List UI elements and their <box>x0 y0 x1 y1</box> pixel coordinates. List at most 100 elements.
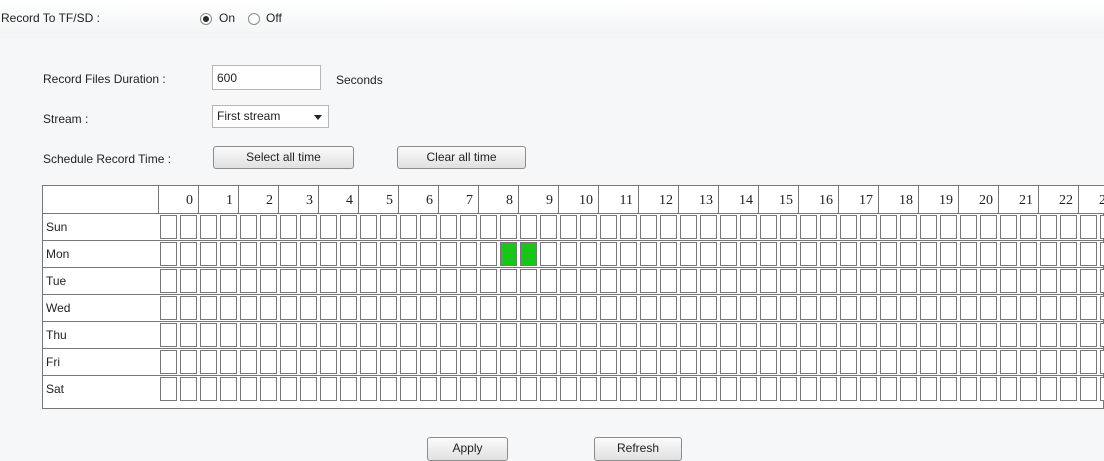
hour-header-16[interactable]: 16 <box>798 186 838 213</box>
schedule-cell-thu-12-1[interactable] <box>660 323 677 347</box>
schedule-cell-sun-8-0[interactable] <box>480 215 497 239</box>
schedule-cell-tue-17-1[interactable] <box>860 269 877 293</box>
schedule-cell-wed-3-1[interactable] <box>300 296 317 320</box>
schedule-cell-wed-8-1[interactable] <box>500 296 517 320</box>
schedule-cell-sat-16-0[interactable] <box>800 377 817 401</box>
schedule-cell-mon-8-0[interactable] <box>480 242 497 266</box>
schedule-cell-thu-16-1[interactable] <box>820 323 837 347</box>
apply-button[interactable]: Apply <box>427 437 508 461</box>
schedule-cell-mon-11-1[interactable] <box>620 242 637 266</box>
schedule-cell-tue-2-0[interactable] <box>240 269 257 293</box>
schedule-cell-sun-22-0[interactable] <box>1040 215 1057 239</box>
schedule-cell-thu-21-1[interactable] <box>1020 323 1037 347</box>
schedule-cell-wed-4-1[interactable] <box>340 296 357 320</box>
hour-header-21[interactable]: 21 <box>998 186 1038 213</box>
schedule-cell-sun-13-0[interactable] <box>680 215 697 239</box>
schedule-cell-sun-1-0[interactable] <box>200 215 217 239</box>
duration-input[interactable] <box>212 65 321 90</box>
schedule-cell-mon-13-0[interactable] <box>680 242 697 266</box>
hour-header-2[interactable]: 2 <box>238 186 278 213</box>
schedule-cell-tue-1-1[interactable] <box>220 269 237 293</box>
schedule-cell-wed-18-1[interactable] <box>900 296 917 320</box>
schedule-cell-wed-4-0[interactable] <box>320 296 337 320</box>
schedule-cell-sun-2-0[interactable] <box>240 215 257 239</box>
schedule-cell-fri-0-1[interactable] <box>180 350 197 374</box>
schedule-cell-tue-13-0[interactable] <box>680 269 697 293</box>
schedule-cell-thu-20-0[interactable] <box>960 323 977 347</box>
schedule-cell-wed-3-0[interactable] <box>280 296 297 320</box>
schedule-cell-sat-10-1[interactable] <box>580 377 597 401</box>
schedule-cell-sat-23-0[interactable] <box>1080 377 1097 401</box>
schedule-cell-sat-7-0[interactable] <box>440 377 457 401</box>
schedule-cell-sat-21-0[interactable] <box>1000 377 1017 401</box>
schedule-cell-sat-22-0[interactable] <box>1040 377 1057 401</box>
schedule-cell-tue-17-0[interactable] <box>840 269 857 293</box>
schedule-cell-thu-17-1[interactable] <box>860 323 877 347</box>
schedule-cell-fri-16-0[interactable] <box>800 350 817 374</box>
day-label-mon[interactable]: Mon <box>43 240 158 267</box>
schedule-cell-thu-8-0[interactable] <box>480 323 497 347</box>
schedule-cell-mon-9-0[interactable] <box>520 242 537 266</box>
schedule-cell-thu-19-1[interactable] <box>940 323 957 347</box>
schedule-cell-wed-9-1[interactable] <box>540 296 557 320</box>
schedule-cell-mon-19-1[interactable] <box>940 242 957 266</box>
schedule-cell-thu-20-1[interactable] <box>980 323 997 347</box>
schedule-cell-sun-9-0[interactable] <box>520 215 537 239</box>
hour-header-5[interactable]: 5 <box>358 186 398 213</box>
schedule-cell-fri-17-1[interactable] <box>860 350 877 374</box>
schedule-cell-fri-22-0[interactable] <box>1040 350 1057 374</box>
schedule-cell-sat-13-0[interactable] <box>680 377 697 401</box>
schedule-cell-wed-0-1[interactable] <box>180 296 197 320</box>
schedule-cell-sat-12-0[interactable] <box>640 377 657 401</box>
schedule-cell-fri-18-1[interactable] <box>900 350 917 374</box>
schedule-cell-tue-0-1[interactable] <box>180 269 197 293</box>
schedule-cell-wed-5-1[interactable] <box>380 296 397 320</box>
schedule-cell-sat-11-0[interactable] <box>600 377 617 401</box>
schedule-cell-mon-6-1[interactable] <box>420 242 437 266</box>
schedule-cell-sat-2-1[interactable] <box>260 377 277 401</box>
schedule-cell-mon-21-0[interactable] <box>1000 242 1017 266</box>
schedule-cell-fri-11-0[interactable] <box>600 350 617 374</box>
schedule-cell-wed-5-0[interactable] <box>360 296 377 320</box>
schedule-cell-mon-10-0[interactable] <box>560 242 577 266</box>
schedule-cell-tue-0-0[interactable] <box>160 269 177 293</box>
schedule-cell-tue-8-1[interactable] <box>500 269 517 293</box>
schedule-cell-wed-15-0[interactable] <box>760 296 777 320</box>
schedule-cell-thu-1-0[interactable] <box>200 323 217 347</box>
schedule-cell-thu-6-1[interactable] <box>420 323 437 347</box>
schedule-cell-wed-2-0[interactable] <box>240 296 257 320</box>
schedule-cell-fri-16-1[interactable] <box>820 350 837 374</box>
schedule-cell-tue-21-0[interactable] <box>1000 269 1017 293</box>
schedule-cell-thu-15-1[interactable] <box>780 323 797 347</box>
schedule-cell-fri-5-0[interactable] <box>360 350 377 374</box>
schedule-cell-fri-8-1[interactable] <box>500 350 517 374</box>
schedule-cell-sat-11-1[interactable] <box>620 377 637 401</box>
schedule-cell-fri-13-0[interactable] <box>680 350 697 374</box>
schedule-cell-fri-12-0[interactable] <box>640 350 657 374</box>
schedule-cell-sat-20-1[interactable] <box>980 377 997 401</box>
schedule-cell-fri-21-0[interactable] <box>1000 350 1017 374</box>
schedule-cell-fri-2-0[interactable] <box>240 350 257 374</box>
schedule-cell-sun-0-1[interactable] <box>180 215 197 239</box>
schedule-cell-wed-6-0[interactable] <box>400 296 417 320</box>
schedule-cell-tue-13-1[interactable] <box>700 269 717 293</box>
schedule-cell-sat-18-0[interactable] <box>880 377 897 401</box>
schedule-cell-sat-9-0[interactable] <box>520 377 537 401</box>
schedule-cell-mon-20-1[interactable] <box>980 242 997 266</box>
schedule-cell-sun-12-0[interactable] <box>640 215 657 239</box>
schedule-cell-sun-12-1[interactable] <box>660 215 677 239</box>
schedule-cell-sat-20-0[interactable] <box>960 377 977 401</box>
schedule-cell-thu-0-1[interactable] <box>180 323 197 347</box>
schedule-cell-fri-4-0[interactable] <box>320 350 337 374</box>
schedule-cell-thu-5-0[interactable] <box>360 323 377 347</box>
schedule-cell-sun-3-1[interactable] <box>300 215 317 239</box>
schedule-cell-fri-23-1[interactable] <box>1100 350 1104 374</box>
schedule-cell-mon-3-1[interactable] <box>300 242 317 266</box>
schedule-cell-tue-3-1[interactable] <box>300 269 317 293</box>
schedule-cell-thu-19-0[interactable] <box>920 323 937 347</box>
schedule-cell-sat-15-1[interactable] <box>780 377 797 401</box>
schedule-cell-sat-6-0[interactable] <box>400 377 417 401</box>
schedule-cell-sat-15-0[interactable] <box>760 377 777 401</box>
schedule-cell-thu-14-1[interactable] <box>740 323 757 347</box>
schedule-cell-thu-6-0[interactable] <box>400 323 417 347</box>
